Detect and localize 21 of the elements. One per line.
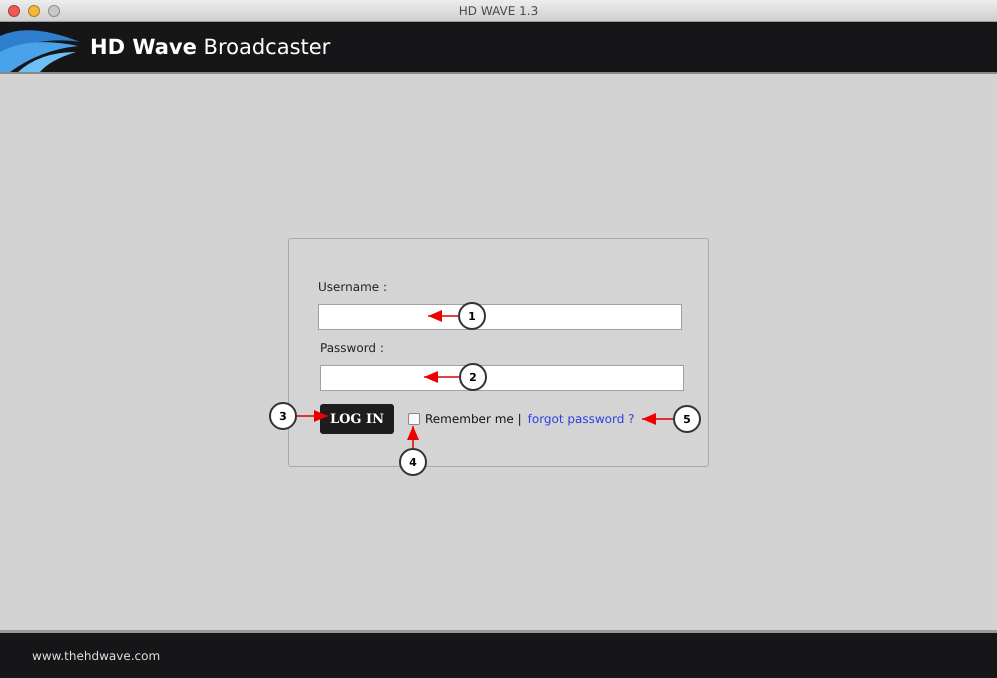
window-title: HD WAVE 1.3 <box>458 4 538 18</box>
remember-checkbox[interactable] <box>408 413 420 425</box>
callout-arrow <box>407 426 419 448</box>
username-label: Username : <box>318 279 388 295</box>
app-title: HD Wave Broadcaster <box>90 35 330 59</box>
username-field[interactable] <box>318 304 682 330</box>
forgot-password-link[interactable]: forgot password ? <box>528 412 635 426</box>
minimize-icon[interactable] <box>28 4 40 16</box>
password-label: Password : <box>320 340 385 356</box>
callout-arrow <box>642 413 673 425</box>
callout-marker: 3 <box>269 402 297 430</box>
zoom-icon[interactable] <box>48 4 60 16</box>
callout-marker: 4 <box>399 448 427 476</box>
callout-arrow <box>428 310 458 322</box>
callout-arrow <box>297 410 328 422</box>
website-url: www.thehdwave.com <box>32 648 160 662</box>
login-button[interactable]: LOG IN <box>320 404 394 434</box>
remember-label: Remember me | <box>425 412 522 426</box>
callout-arrow <box>424 371 459 383</box>
close-icon[interactable] <box>8 4 20 16</box>
password-field[interactable] <box>320 365 684 391</box>
